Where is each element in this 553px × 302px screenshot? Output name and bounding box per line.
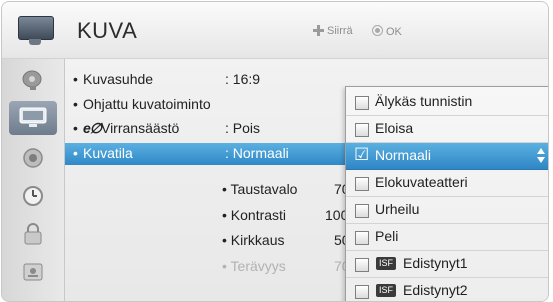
sidebar-item-time[interactable] bbox=[9, 179, 57, 213]
checkbox-icon bbox=[355, 96, 369, 110]
tv-picture-icon bbox=[19, 107, 47, 127]
option-label: Edistynyt1 bbox=[403, 255, 468, 271]
option-label: Normaali bbox=[375, 147, 432, 163]
sidebar-item-channels[interactable] bbox=[9, 63, 57, 97]
bullet-icon: • bbox=[73, 71, 78, 87]
submenu-item-label: • Taustavalo bbox=[222, 181, 298, 197]
menu-item-kuvatila[interactable]: • Kuvatila : Normaali bbox=[65, 143, 350, 165]
page-title: KUVA bbox=[77, 18, 138, 43]
dropdown-option-alykas-tunnistin[interactable]: Älykäs tunnistin bbox=[346, 89, 548, 116]
clock-icon bbox=[23, 186, 43, 206]
sidebar-item-options[interactable] bbox=[9, 255, 57, 289]
option-label: Edistynyt2 bbox=[403, 282, 468, 298]
eco-logo-icon: e∅ bbox=[83, 120, 102, 136]
header-bar: KUVA Siirrä OK bbox=[2, 2, 548, 59]
category-sidebar bbox=[2, 59, 65, 301]
checkbox-icon bbox=[355, 231, 369, 245]
dropdown-option-elokuvateatteri[interactable]: Elokuvateatteri bbox=[346, 170, 548, 197]
dpad-icon bbox=[313, 25, 324, 36]
submenu-item-kontrasti[interactable]: • Kontrasti 100 bbox=[222, 207, 362, 227]
checkbox-icon bbox=[355, 204, 369, 218]
expert-badge-icon: ISF bbox=[376, 284, 396, 297]
dropdown-option-peli[interactable]: Peli bbox=[346, 224, 548, 251]
ok-hint: OK bbox=[372, 25, 402, 38]
menu-item-value: : Pois bbox=[225, 120, 261, 136]
sidebar-item-picture[interactable] bbox=[9, 101, 57, 135]
menu-item-value: : Normaali bbox=[225, 145, 289, 161]
option-label: Elokuvateatteri bbox=[375, 174, 468, 190]
option-label: Peli bbox=[375, 228, 399, 244]
ok-hint-label: OK bbox=[386, 26, 402, 38]
option-label: Urheilu bbox=[375, 201, 420, 217]
menu-item-ohjattu-kuvatoiminto[interactable]: • Ohjattu kuvatoiminto bbox=[65, 96, 350, 116]
submenu-item-label: • Kirkkaus bbox=[222, 232, 285, 248]
picture-mode-dropdown[interactable]: Älykäs tunnistin Eloisa ☑ Normaali Eloku… bbox=[345, 86, 548, 301]
submenu-item-teravyys[interactable]: • Terävyys 70 bbox=[222, 258, 362, 278]
menu-item-kuvasuhde[interactable]: • Kuvasuhde : 16:9 bbox=[65, 71, 350, 91]
submenu-item-label: • Kontrasti bbox=[222, 207, 287, 223]
navigate-hint-label: Siirrä bbox=[327, 25, 353, 37]
dropdown-option-normaali[interactable]: ☑ Normaali bbox=[346, 143, 548, 170]
submenu-item-taustavalo[interactable]: • Taustavalo 70 bbox=[222, 181, 362, 201]
menu-item-label: Kuvasuhde bbox=[83, 71, 154, 87]
scroll-arrows-icon bbox=[537, 146, 545, 166]
menu-item-label-text: Virransäästö bbox=[100, 120, 180, 136]
checkbox-icon bbox=[355, 177, 369, 191]
sidebar-item-lock[interactable] bbox=[9, 217, 57, 251]
menu-item-value: : 16:9 bbox=[225, 71, 261, 87]
sidebar-item-audio[interactable] bbox=[9, 141, 57, 175]
dropdown-option-eloisa[interactable]: Eloisa bbox=[346, 116, 548, 143]
checkmark-icon: ☑ bbox=[354, 145, 370, 164]
bullet-icon: • bbox=[73, 145, 78, 161]
lock-icon bbox=[24, 223, 42, 245]
option-label: Eloisa bbox=[375, 120, 414, 136]
option-label: Älykäs tunnistin bbox=[375, 93, 473, 109]
navigate-hint: Siirrä bbox=[313, 25, 353, 37]
tv-icon bbox=[18, 16, 54, 48]
dropdown-option-edistynyt1[interactable]: ISF Edistynyt1 bbox=[346, 251, 548, 278]
satellite-dish-icon bbox=[22, 70, 42, 90]
options-icon bbox=[23, 263, 43, 281]
menu-item-label: e∅Virransäästö bbox=[83, 120, 179, 137]
bullet-icon: • bbox=[73, 120, 78, 136]
menu-item-label: Ohjattu kuvatoiminto bbox=[83, 96, 211, 112]
submenu-item-label: • Terävyys bbox=[222, 258, 286, 274]
menu-item-label: Kuvatila bbox=[83, 145, 133, 161]
dropdown-option-edistynyt2[interactable]: ISF Edistynyt2 bbox=[346, 278, 548, 301]
ok-button-icon bbox=[372, 25, 383, 36]
checkbox-icon bbox=[355, 258, 369, 272]
submenu-item-kirkkaus[interactable]: • Kirkkaus 50 bbox=[222, 232, 362, 252]
speaker-sound-icon bbox=[23, 148, 43, 168]
checkbox-icon bbox=[355, 123, 369, 137]
expert-badge-icon: ISF bbox=[376, 257, 396, 270]
picture-menu-window: KUVA Siirrä OK • Kuvasuhde: 16:9 • Ohja… bbox=[1, 1, 549, 302]
bullet-icon: • bbox=[73, 96, 78, 112]
dropdown-option-urheilu[interactable]: Urheilu bbox=[346, 197, 548, 224]
checkbox-icon bbox=[355, 285, 369, 299]
menu-item-virransaasto[interactable]: • e∅Virransäästö : Pois bbox=[65, 120, 350, 140]
